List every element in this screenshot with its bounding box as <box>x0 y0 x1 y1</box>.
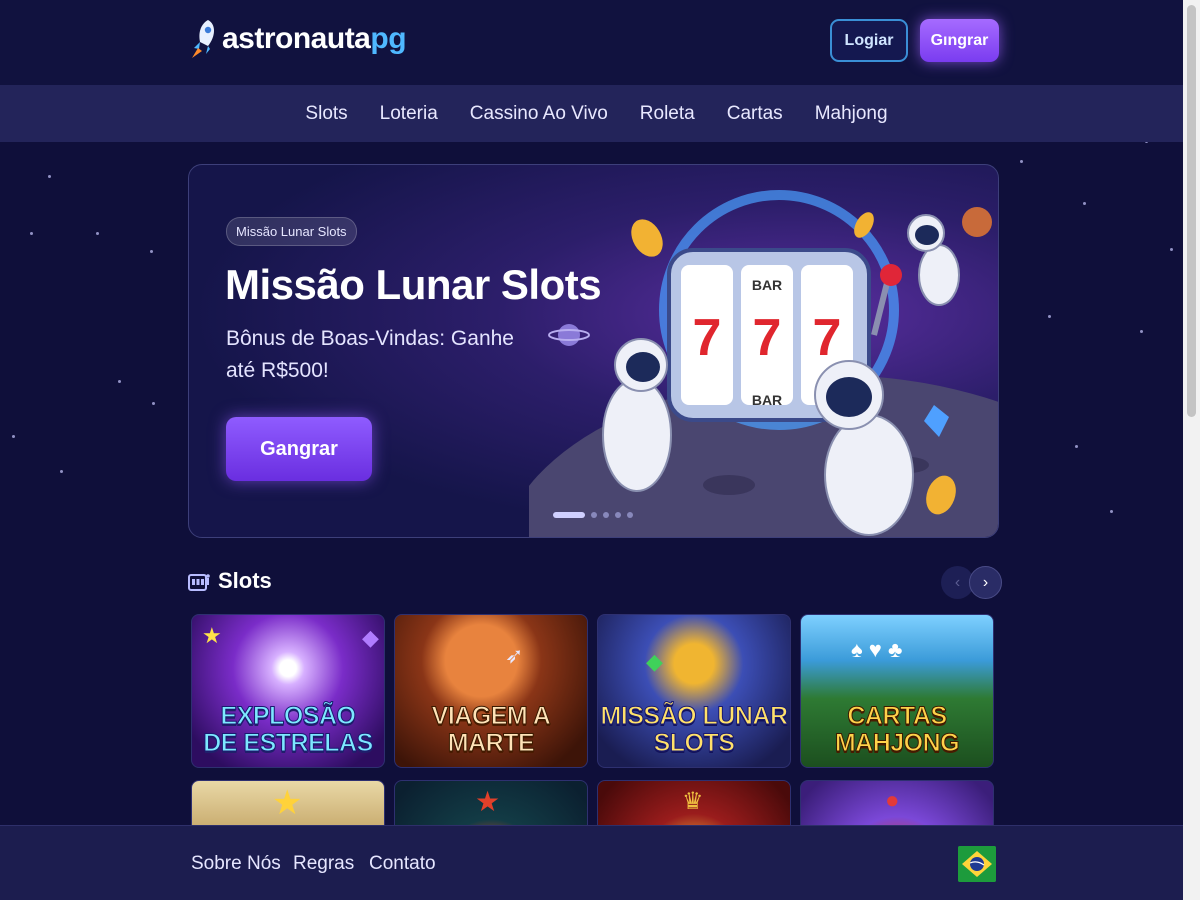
game-card[interactable]: ♠ ♥ ♣ CARTAS MAHJONG <box>800 614 994 768</box>
slot-machine-icon <box>188 574 210 591</box>
hero-subtitle: Bônus de Boas-Vindas: Ganhe até R$500! <box>226 327 514 382</box>
register-button[interactable]: Gıngrar <box>920 19 999 62</box>
gem-icon: ◆ <box>362 625 379 650</box>
carousel-dot[interactable] <box>603 512 609 518</box>
hero-cta-button[interactable]: Gangrar <box>226 417 372 481</box>
footer-link-contato[interactable]: Contato <box>369 853 436 875</box>
main-nav: Slots Loteria Cassino Ao Vivo Roleta Car… <box>0 85 1183 142</box>
game-title: MISSÃO LUNAR SLOTS <box>600 702 789 757</box>
hero-illustration: 7 7 7 BAR BAR <box>529 190 998 537</box>
game-title: VIAGEM A MARTE <box>431 702 551 757</box>
game-title: CARTAS MAHJONG <box>834 702 960 757</box>
footer: Sobre Nós Regras Contato <box>0 825 1183 900</box>
brazil-flag-icon[interactable] <box>958 846 996 882</box>
crown-icon: ♛ <box>682 788 704 815</box>
carousel-dot[interactable] <box>627 512 633 518</box>
carousel-dot-active[interactable] <box>553 512 585 518</box>
slot-reel-3: 7 <box>813 309 842 367</box>
footer-link-sobre-nos[interactable]: Sobre Nós <box>191 853 281 875</box>
login-button[interactable]: Logiar <box>830 19 908 62</box>
vertical-scrollbar[interactable] <box>1183 0 1200 900</box>
game-card[interactable]: ◆ MISSÃO LUNAR SLOTS <box>597 614 791 768</box>
logo-text-main: astronauta <box>222 22 371 55</box>
nav-item-slots[interactable]: Slots <box>305 103 347 125</box>
nav-item-loteria[interactable]: Loteria <box>380 103 438 125</box>
slots-section-header: Slots <box>188 568 272 594</box>
carousel-dot[interactable] <box>591 512 597 518</box>
chevron-right-icon: › <box>982 573 989 591</box>
logo-wordmark: astronautapg <box>222 22 407 56</box>
nav-item-cartas[interactable]: Cartas <box>727 103 783 125</box>
star-icon: ★ <box>272 784 303 822</box>
slot-reel-1: 7 <box>693 309 722 367</box>
section-title: Slots <box>218 568 272 593</box>
carousel-next-button[interactable]: › <box>969 566 1002 599</box>
scrollbar-thumb[interactable] <box>1187 5 1196 417</box>
top-header: astronautapg Logiar Gıngrar <box>0 0 1183 85</box>
star-icon: ★ <box>202 623 222 648</box>
carousel-dot[interactable] <box>615 512 621 518</box>
nav-item-mahjong[interactable]: Mahjong <box>815 103 888 125</box>
character-icon: ● <box>885 787 900 814</box>
slot-symbol-bar-top: BAR <box>752 277 782 293</box>
gem-icon: ◆ <box>646 649 663 674</box>
nav-item-cassino-ao-vivo[interactable]: Cassino Ao Vivo <box>470 103 608 125</box>
star-icon: ★ <box>475 786 501 817</box>
site-logo[interactable]: astronautapg <box>188 18 407 60</box>
game-title: EXPLOSÃO DE ESTRELAS <box>203 702 374 757</box>
nav-item-roleta[interactable]: Roleta <box>640 103 695 125</box>
rocket-icon: ➶ <box>505 643 524 668</box>
slot-symbol-bar-bottom: BAR <box>752 392 782 408</box>
logo-text-accent: pg <box>370 22 407 55</box>
slot-reel-2: 7 <box>753 309 782 367</box>
game-card[interactable]: ➶ VIAGEM A MARTE <box>394 614 588 768</box>
game-card[interactable]: ★ ◆ EXPLOSÃO DE ESTRELAS <box>191 614 385 768</box>
cards-icon: ♠ ♥ ♣ <box>851 637 903 662</box>
footer-link-regras[interactable]: Regras <box>293 853 354 875</box>
hero-badge: Missão Lunar Slots <box>226 217 357 246</box>
rocket-icon <box>192 20 214 58</box>
chevron-left-icon: ‹ <box>954 573 961 591</box>
carousel-indicators <box>553 512 633 518</box>
hero-banner[interactable]: Missão Lunar Slots Missão Lunar Slots Bô… <box>188 164 999 538</box>
